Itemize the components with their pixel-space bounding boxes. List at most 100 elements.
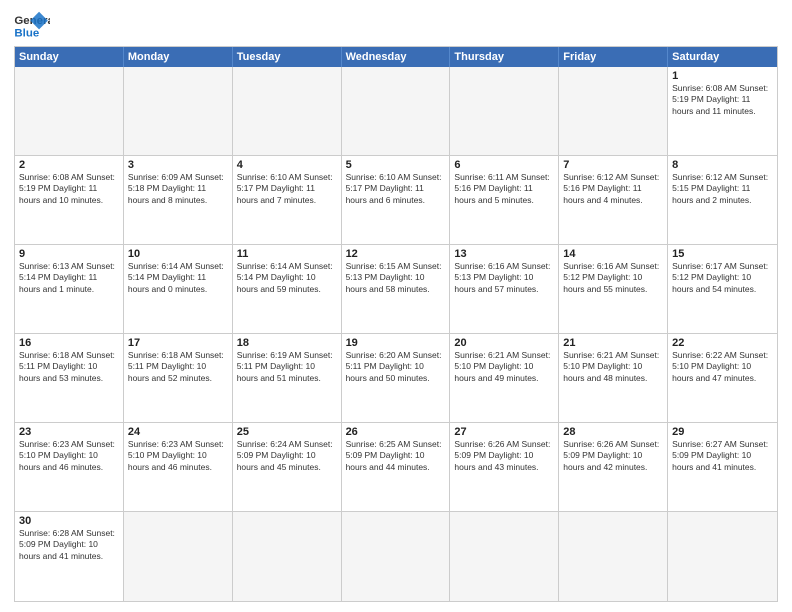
day-number: 24 [128,426,228,438]
calendar-week-4: 16Sunrise: 6:18 AM Sunset: 5:11 PM Dayli… [15,334,777,423]
day-number: 3 [128,159,228,171]
calendar-day-empty [124,67,233,155]
header-day-tuesday: Tuesday [233,47,342,67]
calendar-day-28: 28Sunrise: 6:26 AM Sunset: 5:09 PM Dayli… [559,423,668,511]
calendar-day-26: 26Sunrise: 6:25 AM Sunset: 5:09 PM Dayli… [342,423,451,511]
page-header: General Blue [14,10,778,40]
day-number: 30 [19,515,119,527]
day-sun-info: Sunrise: 6:28 AM Sunset: 5:09 PM Dayligh… [19,528,119,562]
day-number: 14 [563,248,663,260]
day-number: 7 [563,159,663,171]
calendar-day-empty [450,67,559,155]
calendar-day-empty [233,67,342,155]
day-sun-info: Sunrise: 6:10 AM Sunset: 5:17 PM Dayligh… [237,172,337,206]
calendar-day-6: 6Sunrise: 6:11 AM Sunset: 5:16 PM Daylig… [450,156,559,244]
calendar: SundayMondayTuesdayWednesdayThursdayFrid… [14,46,778,602]
calendar-day-23: 23Sunrise: 6:23 AM Sunset: 5:10 PM Dayli… [15,423,124,511]
day-sun-info: Sunrise: 6:21 AM Sunset: 5:10 PM Dayligh… [563,350,663,384]
day-number: 4 [237,159,337,171]
day-sun-info: Sunrise: 6:10 AM Sunset: 5:17 PM Dayligh… [346,172,446,206]
day-number: 23 [19,426,119,438]
day-number: 18 [237,337,337,349]
calendar-day-3: 3Sunrise: 6:09 AM Sunset: 5:18 PM Daylig… [124,156,233,244]
day-sun-info: Sunrise: 6:09 AM Sunset: 5:18 PM Dayligh… [128,172,228,206]
calendar-day-30: 30Sunrise: 6:28 AM Sunset: 5:09 PM Dayli… [15,512,124,601]
day-number: 2 [19,159,119,171]
calendar-day-12: 12Sunrise: 6:15 AM Sunset: 5:13 PM Dayli… [342,245,451,333]
calendar-week-6: 30Sunrise: 6:28 AM Sunset: 5:09 PM Dayli… [15,512,777,601]
calendar-day-empty [15,67,124,155]
day-sun-info: Sunrise: 6:17 AM Sunset: 5:12 PM Dayligh… [672,261,773,295]
day-sun-info: Sunrise: 6:25 AM Sunset: 5:09 PM Dayligh… [346,439,446,473]
calendar-day-18: 18Sunrise: 6:19 AM Sunset: 5:11 PM Dayli… [233,334,342,422]
header-day-thursday: Thursday [450,47,559,67]
day-number: 20 [454,337,554,349]
header-day-sunday: Sunday [15,47,124,67]
calendar-day-2: 2Sunrise: 6:08 AM Sunset: 5:19 PM Daylig… [15,156,124,244]
day-sun-info: Sunrise: 6:18 AM Sunset: 5:11 PM Dayligh… [19,350,119,384]
calendar-day-22: 22Sunrise: 6:22 AM Sunset: 5:10 PM Dayli… [668,334,777,422]
day-number: 8 [672,159,773,171]
day-sun-info: Sunrise: 6:23 AM Sunset: 5:10 PM Dayligh… [128,439,228,473]
day-number: 6 [454,159,554,171]
day-number: 19 [346,337,446,349]
day-sun-info: Sunrise: 6:24 AM Sunset: 5:09 PM Dayligh… [237,439,337,473]
calendar-day-27: 27Sunrise: 6:26 AM Sunset: 5:09 PM Dayli… [450,423,559,511]
calendar-day-4: 4Sunrise: 6:10 AM Sunset: 5:17 PM Daylig… [233,156,342,244]
calendar-day-19: 19Sunrise: 6:20 AM Sunset: 5:11 PM Dayli… [342,334,451,422]
calendar-day-1: 1Sunrise: 6:08 AM Sunset: 5:19 PM Daylig… [668,67,777,155]
day-sun-info: Sunrise: 6:21 AM Sunset: 5:10 PM Dayligh… [454,350,554,384]
calendar-day-empty [342,67,451,155]
day-sun-info: Sunrise: 6:22 AM Sunset: 5:10 PM Dayligh… [672,350,773,384]
day-number: 22 [672,337,773,349]
calendar-day-empty [233,512,342,601]
day-sun-info: Sunrise: 6:20 AM Sunset: 5:11 PM Dayligh… [346,350,446,384]
calendar-day-14: 14Sunrise: 6:16 AM Sunset: 5:12 PM Dayli… [559,245,668,333]
calendar-day-25: 25Sunrise: 6:24 AM Sunset: 5:09 PM Dayli… [233,423,342,511]
calendar-day-29: 29Sunrise: 6:27 AM Sunset: 5:09 PM Dayli… [668,423,777,511]
calendar-week-5: 23Sunrise: 6:23 AM Sunset: 5:10 PM Dayli… [15,423,777,512]
calendar-day-13: 13Sunrise: 6:16 AM Sunset: 5:13 PM Dayli… [450,245,559,333]
logo-icon: General Blue [14,10,50,40]
day-sun-info: Sunrise: 6:16 AM Sunset: 5:12 PM Dayligh… [563,261,663,295]
day-number: 26 [346,426,446,438]
calendar-day-9: 9Sunrise: 6:13 AM Sunset: 5:14 PM Daylig… [15,245,124,333]
header-day-wednesday: Wednesday [342,47,451,67]
header-day-saturday: Saturday [668,47,777,67]
calendar-body: 1Sunrise: 6:08 AM Sunset: 5:19 PM Daylig… [15,67,777,601]
calendar-day-21: 21Sunrise: 6:21 AM Sunset: 5:10 PM Dayli… [559,334,668,422]
day-number: 25 [237,426,337,438]
calendar-day-5: 5Sunrise: 6:10 AM Sunset: 5:17 PM Daylig… [342,156,451,244]
svg-text:Blue: Blue [14,27,39,39]
day-number: 5 [346,159,446,171]
day-number: 13 [454,248,554,260]
day-sun-info: Sunrise: 6:26 AM Sunset: 5:09 PM Dayligh… [454,439,554,473]
calendar-day-24: 24Sunrise: 6:23 AM Sunset: 5:10 PM Dayli… [124,423,233,511]
calendar-day-11: 11Sunrise: 6:14 AM Sunset: 5:14 PM Dayli… [233,245,342,333]
day-number: 16 [19,337,119,349]
logo: General Blue [14,10,50,40]
header-day-monday: Monday [124,47,233,67]
day-sun-info: Sunrise: 6:23 AM Sunset: 5:10 PM Dayligh… [19,439,119,473]
day-sun-info: Sunrise: 6:26 AM Sunset: 5:09 PM Dayligh… [563,439,663,473]
calendar-week-2: 2Sunrise: 6:08 AM Sunset: 5:19 PM Daylig… [15,156,777,245]
day-sun-info: Sunrise: 6:19 AM Sunset: 5:11 PM Dayligh… [237,350,337,384]
calendar-day-17: 17Sunrise: 6:18 AM Sunset: 5:11 PM Dayli… [124,334,233,422]
calendar-day-7: 7Sunrise: 6:12 AM Sunset: 5:16 PM Daylig… [559,156,668,244]
calendar-day-empty [450,512,559,601]
day-number: 28 [563,426,663,438]
calendar-day-16: 16Sunrise: 6:18 AM Sunset: 5:11 PM Dayli… [15,334,124,422]
day-number: 21 [563,337,663,349]
day-number: 11 [237,248,337,260]
day-sun-info: Sunrise: 6:08 AM Sunset: 5:19 PM Dayligh… [19,172,119,206]
day-sun-info: Sunrise: 6:08 AM Sunset: 5:19 PM Dayligh… [672,83,773,117]
day-number: 27 [454,426,554,438]
calendar-week-1: 1Sunrise: 6:08 AM Sunset: 5:19 PM Daylig… [15,67,777,156]
calendar-day-8: 8Sunrise: 6:12 AM Sunset: 5:15 PM Daylig… [668,156,777,244]
header-day-friday: Friday [559,47,668,67]
calendar-day-empty [559,512,668,601]
day-sun-info: Sunrise: 6:27 AM Sunset: 5:09 PM Dayligh… [672,439,773,473]
calendar-day-15: 15Sunrise: 6:17 AM Sunset: 5:12 PM Dayli… [668,245,777,333]
day-sun-info: Sunrise: 6:16 AM Sunset: 5:13 PM Dayligh… [454,261,554,295]
day-sun-info: Sunrise: 6:12 AM Sunset: 5:16 PM Dayligh… [563,172,663,206]
